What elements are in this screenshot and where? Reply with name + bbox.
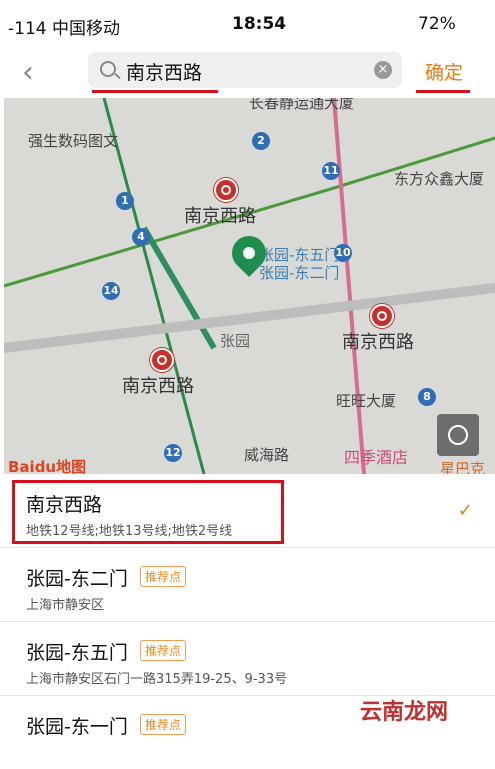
list-item-title: 张园-东五门: [26, 642, 128, 664]
list-item-title: 张园-东二门: [26, 568, 128, 590]
search-highlight-underline: [92, 90, 218, 93]
clear-icon[interactable]: ×: [374, 61, 392, 79]
checkmark-icon: ✓: [457, 500, 473, 521]
map-label-shop: 强生数码图文: [28, 132, 119, 150]
map-roads: [4, 98, 495, 474]
confirm-button[interactable]: 确定: [425, 58, 463, 85]
confirm-highlight-underline: [416, 90, 470, 93]
map-label-area: 张园: [220, 332, 251, 350]
list-item-title: 张园-东一门: [26, 716, 128, 738]
metro-station-icon[interactable]: [370, 304, 394, 328]
status-bar: -114 中国移动 18:54 72%: [0, 0, 495, 50]
map-view[interactable]: 长春静运通大厦 强生数码图文 南京西路 东方众鑫大厦 张园-东五门 张园-东二门…: [4, 98, 495, 474]
carrier-signal: -114 中国移动: [8, 19, 120, 39]
battery-level: 72%: [418, 14, 456, 34]
list-item-subtitle: 地铁12号线;地铁13号线;地铁2号线: [26, 524, 233, 539]
bus-stop-icon[interactable]: 12: [164, 444, 182, 462]
metro-station-icon[interactable]: [150, 348, 174, 372]
map-label-station: 南京西路: [122, 376, 194, 397]
map-logo: Baidu地图: [8, 458, 87, 474]
map-label-poi: 星巴克: [440, 460, 486, 474]
list-item-subtitle: 上海市静安区: [26, 598, 105, 613]
list-item-title: 南京西路: [26, 494, 103, 516]
clock: 18:54: [232, 14, 287, 34]
map-label-building: 旺旺大厦: [336, 392, 397, 410]
search-bar: ‹ 南京西路 × 确定: [0, 50, 495, 98]
recommend-badge: 推荐点: [140, 714, 187, 735]
back-icon[interactable]: ‹: [22, 58, 34, 88]
map-label-street: 长春静运通大厦: [249, 98, 355, 112]
map-label-road: 威海路: [244, 446, 290, 464]
search-input[interactable]: 南京西路: [126, 58, 202, 85]
metro-station-icon[interactable]: [214, 178, 238, 202]
list-item-subtitle: 上海市静安区石门一路315弄19-25、9-33号: [26, 672, 288, 687]
watermark: 云南龙网: [360, 700, 449, 725]
list-item[interactable]: 张园-东五门 推荐点 上海市静安区石门一路315弄19-25、9-33号: [0, 622, 495, 696]
map-label-building: 东方众鑫大厦: [394, 170, 485, 188]
search-icon: [100, 61, 116, 77]
bus-stop-icon[interactable]: 11: [322, 162, 340, 180]
bus-stop-icon[interactable]: 1: [116, 192, 134, 210]
locate-me-icon[interactable]: [437, 414, 479, 456]
bus-stop-icon[interactable]: 4: [132, 228, 150, 246]
map-label-station: 南京西路: [184, 206, 256, 227]
list-item[interactable]: 张园-东二门 推荐点 上海市静安区: [0, 548, 495, 622]
recommend-badge: 推荐点: [140, 566, 187, 587]
bus-stop-icon[interactable]: 2: [252, 132, 270, 150]
map-label-poi: 张园-东二门: [259, 264, 340, 282]
list-item[interactable]: 南京西路 地铁12号线;地铁13号线;地铁2号线 ✓: [0, 474, 495, 548]
bus-stop-icon[interactable]: 10: [334, 244, 352, 262]
map-label-station: 南京西路: [342, 332, 414, 353]
bus-stop-icon[interactable]: 14: [102, 282, 120, 300]
bus-stop-icon[interactable]: 8: [418, 388, 436, 406]
map-label-hotel: 四季酒店: [344, 448, 409, 467]
recommend-badge: 推荐点: [140, 640, 187, 661]
search-field[interactable]: 南京西路 ×: [88, 52, 402, 88]
